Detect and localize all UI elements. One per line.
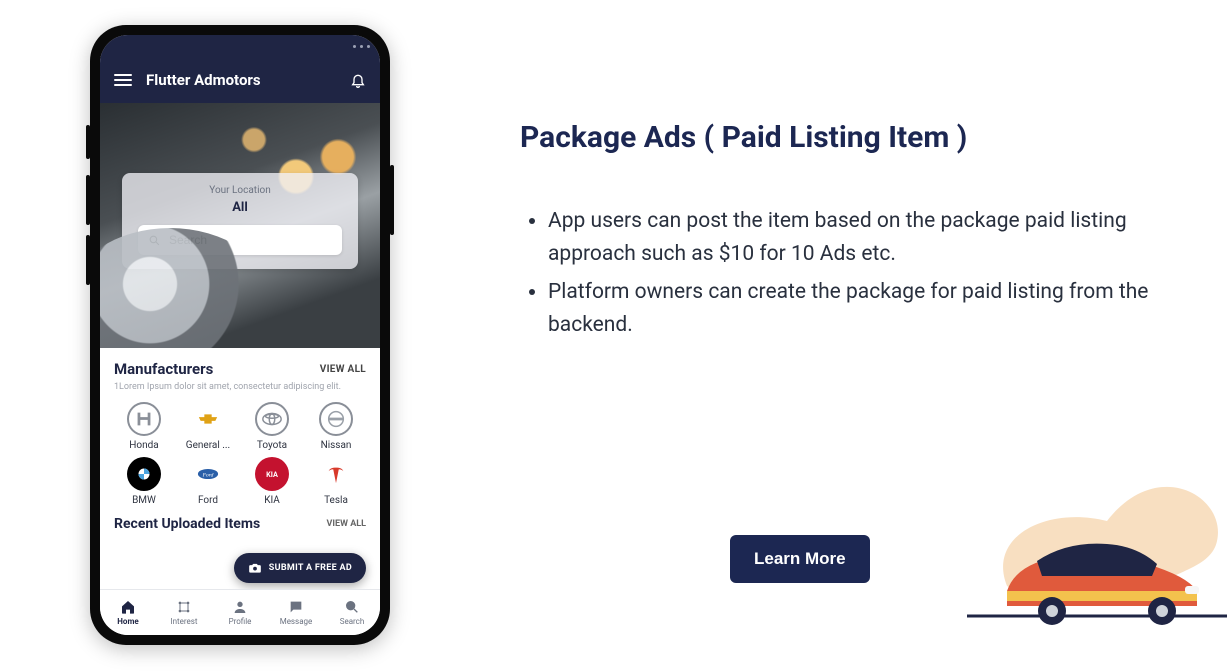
phone-screen: Flutter Admotors Your Location All Manuf… xyxy=(100,35,380,635)
manufacturer-label: Ford xyxy=(198,495,218,506)
manufacturers-subtitle: 1Lorem Ipsum dolor sit amet, consectetur… xyxy=(114,382,366,394)
app-bar: Flutter Admotors xyxy=(100,57,380,103)
kia-logo-icon: KIA xyxy=(255,457,289,491)
feature-item: Platform owners can create the package f… xyxy=(548,276,1160,341)
location-value[interactable]: All xyxy=(138,200,342,215)
feature-item: App users can post the item based on the… xyxy=(548,205,1160,270)
manufacturer-item-toyota[interactable]: Toyota xyxy=(242,402,302,451)
submit-ad-button[interactable]: SUBMIT A FREE AD xyxy=(234,553,366,583)
manufacturer-item-honda[interactable]: Honda xyxy=(114,402,174,451)
feature-list: App users can post the item based on the… xyxy=(520,205,1160,341)
home-icon xyxy=(120,599,136,615)
nav-label: Profile xyxy=(229,617,252,626)
nav-label: Interest xyxy=(170,617,197,626)
search-field[interactable] xyxy=(138,225,342,255)
tesla-logo-icon xyxy=(319,457,353,491)
manufacturer-label: BMW xyxy=(132,495,156,506)
view-all-recent[interactable]: VIEW ALL xyxy=(327,519,366,529)
nav-home[interactable]: Home xyxy=(100,590,156,635)
manufacturers-header: Manufacturers VIEW ALL xyxy=(114,360,366,378)
bmw-logo-icon xyxy=(127,457,161,491)
recent-title: Recent Uploaded Items xyxy=(114,516,260,532)
manufacturers-title: Manufacturers xyxy=(114,360,213,378)
app-title: Flutter Admotors xyxy=(146,71,336,89)
location-card: Your Location All xyxy=(122,173,358,269)
search-nav-icon xyxy=(344,599,360,615)
ford-logo-icon: Ford xyxy=(191,457,225,491)
menu-icon[interactable] xyxy=(114,74,132,86)
manufacturer-item-general[interactable]: General ... xyxy=(178,402,238,451)
manufacturers-grid: Honda General ... Toyota xyxy=(114,402,366,506)
manufacturer-item-kia[interactable]: KIA KIA xyxy=(242,457,302,506)
manufacturer-label: General ... xyxy=(186,440,230,451)
manufacturer-label: Toyota xyxy=(257,440,287,451)
manufacturer-item-bmw[interactable]: BMW xyxy=(114,457,174,506)
manufacturer-label: Honda xyxy=(129,440,158,451)
toyota-logo-icon xyxy=(255,402,289,436)
manufacturer-label: Nissan xyxy=(321,440,352,451)
svg-text:KIA: KIA xyxy=(266,469,278,478)
manufacturer-item-tesla[interactable]: Tesla xyxy=(306,457,366,506)
nav-profile[interactable]: Profile xyxy=(212,590,268,635)
view-all-manufacturers[interactable]: VIEW ALL xyxy=(320,364,366,375)
nav-label: Search xyxy=(340,617,365,626)
location-label: Your Location xyxy=(138,185,342,196)
search-icon xyxy=(148,234,161,247)
recent-header: Recent Uploaded Items VIEW ALL xyxy=(114,516,366,532)
honda-logo-icon xyxy=(127,402,161,436)
car-illustration xyxy=(967,466,1227,626)
nav-label: Home xyxy=(117,617,138,626)
chevrolet-logo-icon xyxy=(191,402,225,436)
learn-more-button[interactable]: Learn More xyxy=(730,535,870,583)
nissan-logo-icon xyxy=(319,402,353,436)
camera-icon xyxy=(248,561,262,575)
status-bar xyxy=(100,35,380,57)
svg-text:Ford: Ford xyxy=(202,472,214,478)
nav-search[interactable]: Search xyxy=(324,590,380,635)
fab-label: SUBMIT A FREE AD xyxy=(269,563,352,573)
manufacturer-label: Tesla xyxy=(324,495,348,506)
manufacturer-label: KIA xyxy=(264,495,280,506)
notification-icon[interactable] xyxy=(350,72,366,88)
page-heading: Package Ads ( Paid Listing Item ) xyxy=(520,120,1160,155)
hero-area: Your Location All xyxy=(100,103,380,348)
search-input[interactable] xyxy=(169,233,332,247)
manufacturer-item-nissan[interactable]: Nissan xyxy=(306,402,366,451)
nav-interest[interactable]: Interest xyxy=(156,590,212,635)
bottom-nav: Home Interest Profile Message Search xyxy=(100,589,380,635)
message-icon xyxy=(288,599,304,615)
phone-frame: Flutter Admotors Your Location All Manuf… xyxy=(90,25,390,645)
nav-label: Message xyxy=(280,617,313,626)
manufacturer-item-ford[interactable]: Ford Ford xyxy=(178,457,238,506)
nav-message[interactable]: Message xyxy=(268,590,324,635)
interest-icon xyxy=(176,599,192,615)
profile-icon xyxy=(232,599,248,615)
